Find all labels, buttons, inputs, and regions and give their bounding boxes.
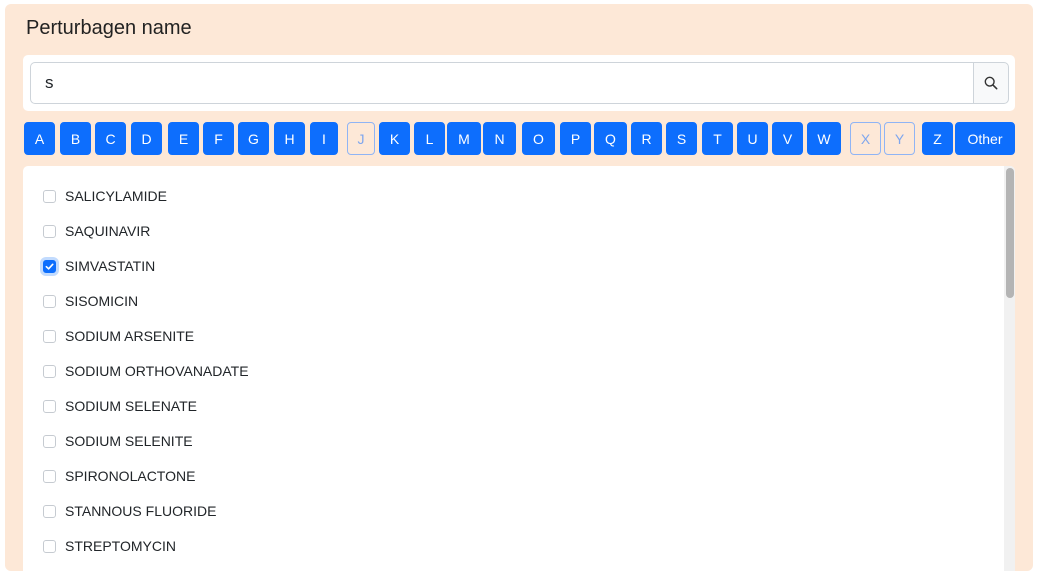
letter-button-m[interactable]: M bbox=[447, 122, 481, 155]
list-item[interactable]: SAQUINAVIR bbox=[43, 221, 150, 241]
search-bar bbox=[23, 55, 1015, 111]
search-icon bbox=[984, 76, 998, 90]
letter-button-b[interactable]: B bbox=[60, 122, 91, 155]
list-item-label: SAQUINAVIR bbox=[65, 223, 151, 239]
letter-button-c[interactable]: C bbox=[95, 122, 126, 155]
perturbagen-filter-panel: Perturbagen name ABCDEFGHIJKLMNOPQRSTUVW… bbox=[5, 4, 1033, 571]
checkbox[interactable] bbox=[43, 364, 56, 378]
list-item-label: SIMVASTATIN bbox=[65, 258, 156, 274]
letter-button-o[interactable]: O bbox=[522, 122, 555, 155]
list-item[interactable]: SODIUM ARSENITE bbox=[43, 326, 194, 346]
list-item-label: SODIUM SELENATE bbox=[65, 398, 197, 414]
letter-button-s[interactable]: S bbox=[666, 122, 697, 155]
list-item[interactable]: SALICYLAMIDE bbox=[43, 186, 167, 206]
list-item-label: SPIRONOLACTONE bbox=[65, 468, 196, 484]
checkmark-icon bbox=[45, 263, 54, 270]
letter-button-u[interactable]: U bbox=[737, 122, 768, 155]
list-item[interactable]: SIMVASTATIN bbox=[43, 256, 155, 276]
scrollbar-thumb[interactable] bbox=[1006, 168, 1014, 298]
checkbox[interactable] bbox=[43, 329, 56, 343]
list-item[interactable]: SODIUM SELENITE bbox=[43, 431, 193, 451]
list-item[interactable]: STREPTOMYCIN bbox=[43, 536, 176, 556]
letter-button-f[interactable]: F bbox=[203, 122, 234, 155]
list-item-label: SODIUM SELENITE bbox=[65, 433, 193, 449]
list-item-label: STREPTOMYCIN bbox=[65, 538, 176, 554]
list-item[interactable]: SISOMICIN bbox=[43, 291, 138, 311]
letter-button-v[interactable]: V bbox=[772, 122, 803, 155]
checkbox[interactable] bbox=[43, 294, 56, 308]
list-item-label: SODIUM ORTHOVANADATE bbox=[65, 363, 249, 379]
search-button[interactable] bbox=[973, 62, 1009, 104]
letter-button-k[interactable]: K bbox=[379, 122, 410, 155]
letter-button-d[interactable]: D bbox=[131, 122, 162, 155]
checkbox[interactable] bbox=[43, 399, 56, 413]
panel-title: Perturbagen name bbox=[26, 17, 192, 39]
search-input[interactable] bbox=[30, 62, 973, 104]
letter-button-l[interactable]: L bbox=[414, 122, 445, 155]
alphabet-filter: A B C D E F G H I J K L M N O P Q R S T U V W X Y Z Other bbox=[24, 122, 1024, 155]
checkbox[interactable] bbox=[43, 504, 56, 518]
letter-button-z[interactable]: Z bbox=[922, 122, 953, 155]
checkbox[interactable] bbox=[43, 224, 56, 238]
letter-button-p[interactable]: P bbox=[560, 122, 591, 155]
checkbox[interactable] bbox=[43, 434, 56, 448]
letter-button-other[interactable]: Other bbox=[955, 122, 1015, 155]
letter-button-g[interactable]: G bbox=[238, 122, 269, 155]
letter-button-y: Y bbox=[884, 122, 915, 155]
letter-button-w[interactable]: W bbox=[807, 122, 841, 155]
letter-button-a[interactable]: A bbox=[24, 122, 55, 155]
checkbox[interactable] bbox=[43, 539, 56, 553]
list-item-label: SISOMICIN bbox=[65, 293, 139, 309]
perturbagen-list: SALICYLAMIDE SAQUINAVIR SIMVASTATIN SISOMIC… bbox=[23, 166, 1015, 571]
list-item-label: STANNOUS FLUORIDE bbox=[65, 503, 217, 519]
checkbox-checked[interactable] bbox=[43, 259, 56, 273]
letter-button-r[interactable]: R bbox=[631, 122, 662, 155]
list-item[interactable]: SPIRONOLACTONE bbox=[43, 466, 195, 486]
checkbox[interactable] bbox=[43, 189, 56, 203]
letter-button-h[interactable]: H bbox=[274, 122, 305, 155]
letter-button-e[interactable]: E bbox=[168, 122, 199, 155]
letter-button-n[interactable]: N bbox=[483, 122, 516, 155]
letter-button-i[interactable]: I bbox=[310, 122, 338, 155]
letter-button-x: X bbox=[850, 122, 881, 155]
letter-button-j: J bbox=[347, 122, 375, 155]
list-item[interactable]: STANNOUS FLUORIDE bbox=[43, 501, 216, 521]
list-item[interactable]: SODIUM SELENATE bbox=[43, 396, 197, 416]
list-item[interactable]: SODIUM ORTHOVANADATE bbox=[43, 361, 249, 381]
letter-button-t[interactable]: T bbox=[702, 122, 733, 155]
checkbox[interactable] bbox=[43, 469, 56, 483]
list-scrollbar[interactable] bbox=[1004, 166, 1015, 571]
letter-button-q[interactable]: Q bbox=[594, 122, 627, 155]
list-item-label: SALICYLAMIDE bbox=[65, 188, 167, 204]
list-item-label: SODIUM ARSENITE bbox=[65, 328, 195, 344]
